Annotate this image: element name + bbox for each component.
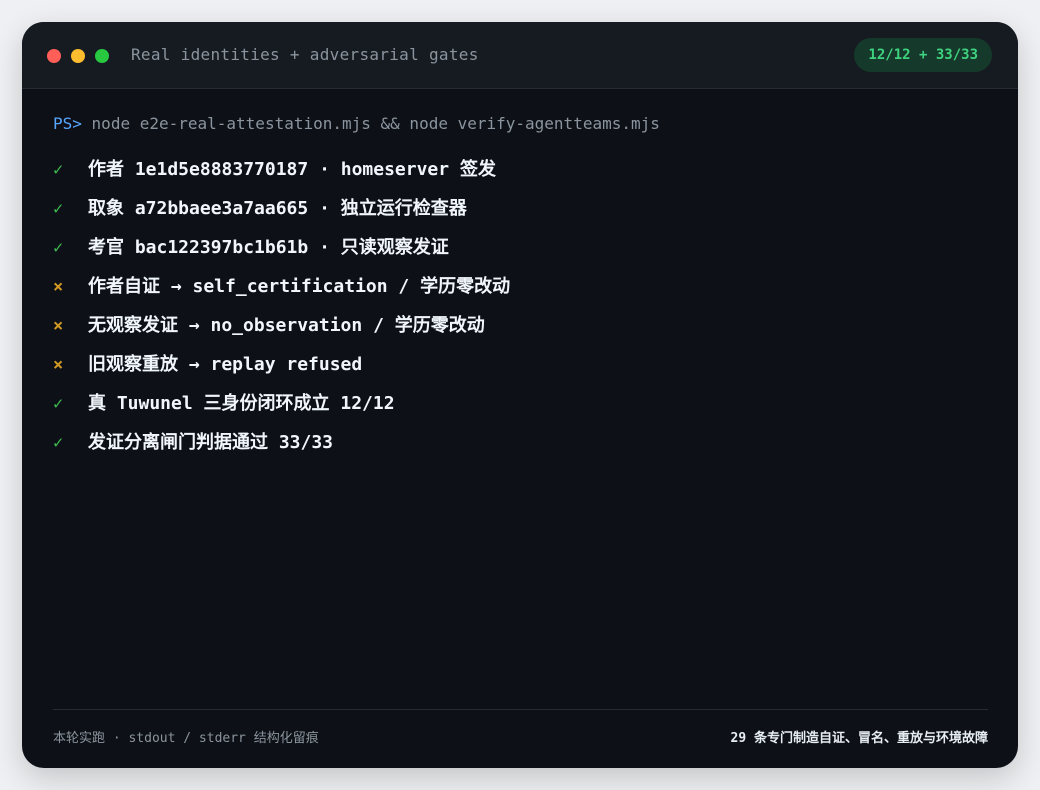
title-bar: Real identities + adversarial gates 12/1…	[22, 22, 1018, 89]
result-text: 作者 1e1d5e8883770187 · homeserver 签发	[88, 159, 496, 180]
check-icon: ✓	[53, 160, 64, 180]
footer-left-note: 本轮实跑 · stdout / stderr 结构化留痕	[53, 731, 319, 746]
result-text: 发证分离闸门判据通过 33/33	[88, 432, 334, 453]
check-icon: ✓	[53, 433, 64, 453]
footer: 本轮实跑 · stdout / stderr 结构化留痕 29 条专门制造自证、…	[53, 709, 988, 768]
check-icon: ✓	[53, 238, 64, 258]
cross-icon: ×	[53, 316, 64, 336]
result-text: 取象 a72bbaee3a7aa665 · 独立运行检查器	[88, 198, 467, 219]
minimize-window-button[interactable]	[71, 49, 85, 63]
result-line: ✓ 取象 a72bbaee3a7aa665 · 独立运行检查器	[53, 198, 988, 237]
maximize-window-button[interactable]	[95, 49, 109, 63]
command-text: node e2e-real-attestation.mjs && node ve…	[91, 114, 660, 133]
status-badge: 12/12 + 33/33	[854, 38, 992, 72]
result-line: ✓ 考官 bac122397bc1b61b · 只读观察发证	[53, 237, 988, 276]
result-text: 作者自证 → self_certification / 学历零改动	[88, 276, 511, 297]
result-line: × 无观察发证 → no_observation / 学历零改动	[53, 315, 988, 354]
result-text: 考官 bac122397bc1b61b · 只读观察发证	[88, 237, 449, 258]
result-line: ✓ 真 Tuwunel 三身份闭环成立 12/12	[53, 393, 988, 432]
result-line: × 旧观察重放 → replay refused	[53, 354, 988, 393]
result-text: 无观察发证 → no_observation / 学历零改动	[88, 315, 485, 336]
window-title: Real identities + adversarial gates	[131, 45, 479, 64]
check-icon: ✓	[53, 394, 64, 414]
close-window-button[interactable]	[47, 49, 61, 63]
command-line: PS> node e2e-real-attestation.mjs && nod…	[53, 112, 988, 136]
prompt-symbol: PS>	[53, 114, 82, 133]
cross-icon: ×	[53, 277, 64, 297]
footer-right-note: 29 条专门制造自证、冒名、重放与环境故障	[730, 731, 988, 746]
result-line: ✓ 发证分离闸门判据通过 33/33	[53, 432, 988, 471]
result-text: 真 Tuwunel 三身份闭环成立 12/12	[88, 393, 395, 414]
result-lines: ✓ 作者 1e1d5e8883770187 · homeserver 签发 ✓ 取象 …	[53, 159, 988, 471]
terminal-window: Real identities + adversarial gates 12/1…	[22, 22, 1018, 768]
cross-icon: ×	[53, 355, 64, 375]
check-icon: ✓	[53, 199, 64, 219]
result-line: ✓ 作者 1e1d5e8883770187 · homeserver 签发	[53, 159, 988, 198]
terminal-output: PS> node e2e-real-attestation.mjs && nod…	[53, 112, 988, 471]
result-text: 旧观察重放 → replay refused	[88, 354, 363, 375]
result-line: × 作者自证 → self_certification / 学历零改动	[53, 276, 988, 315]
